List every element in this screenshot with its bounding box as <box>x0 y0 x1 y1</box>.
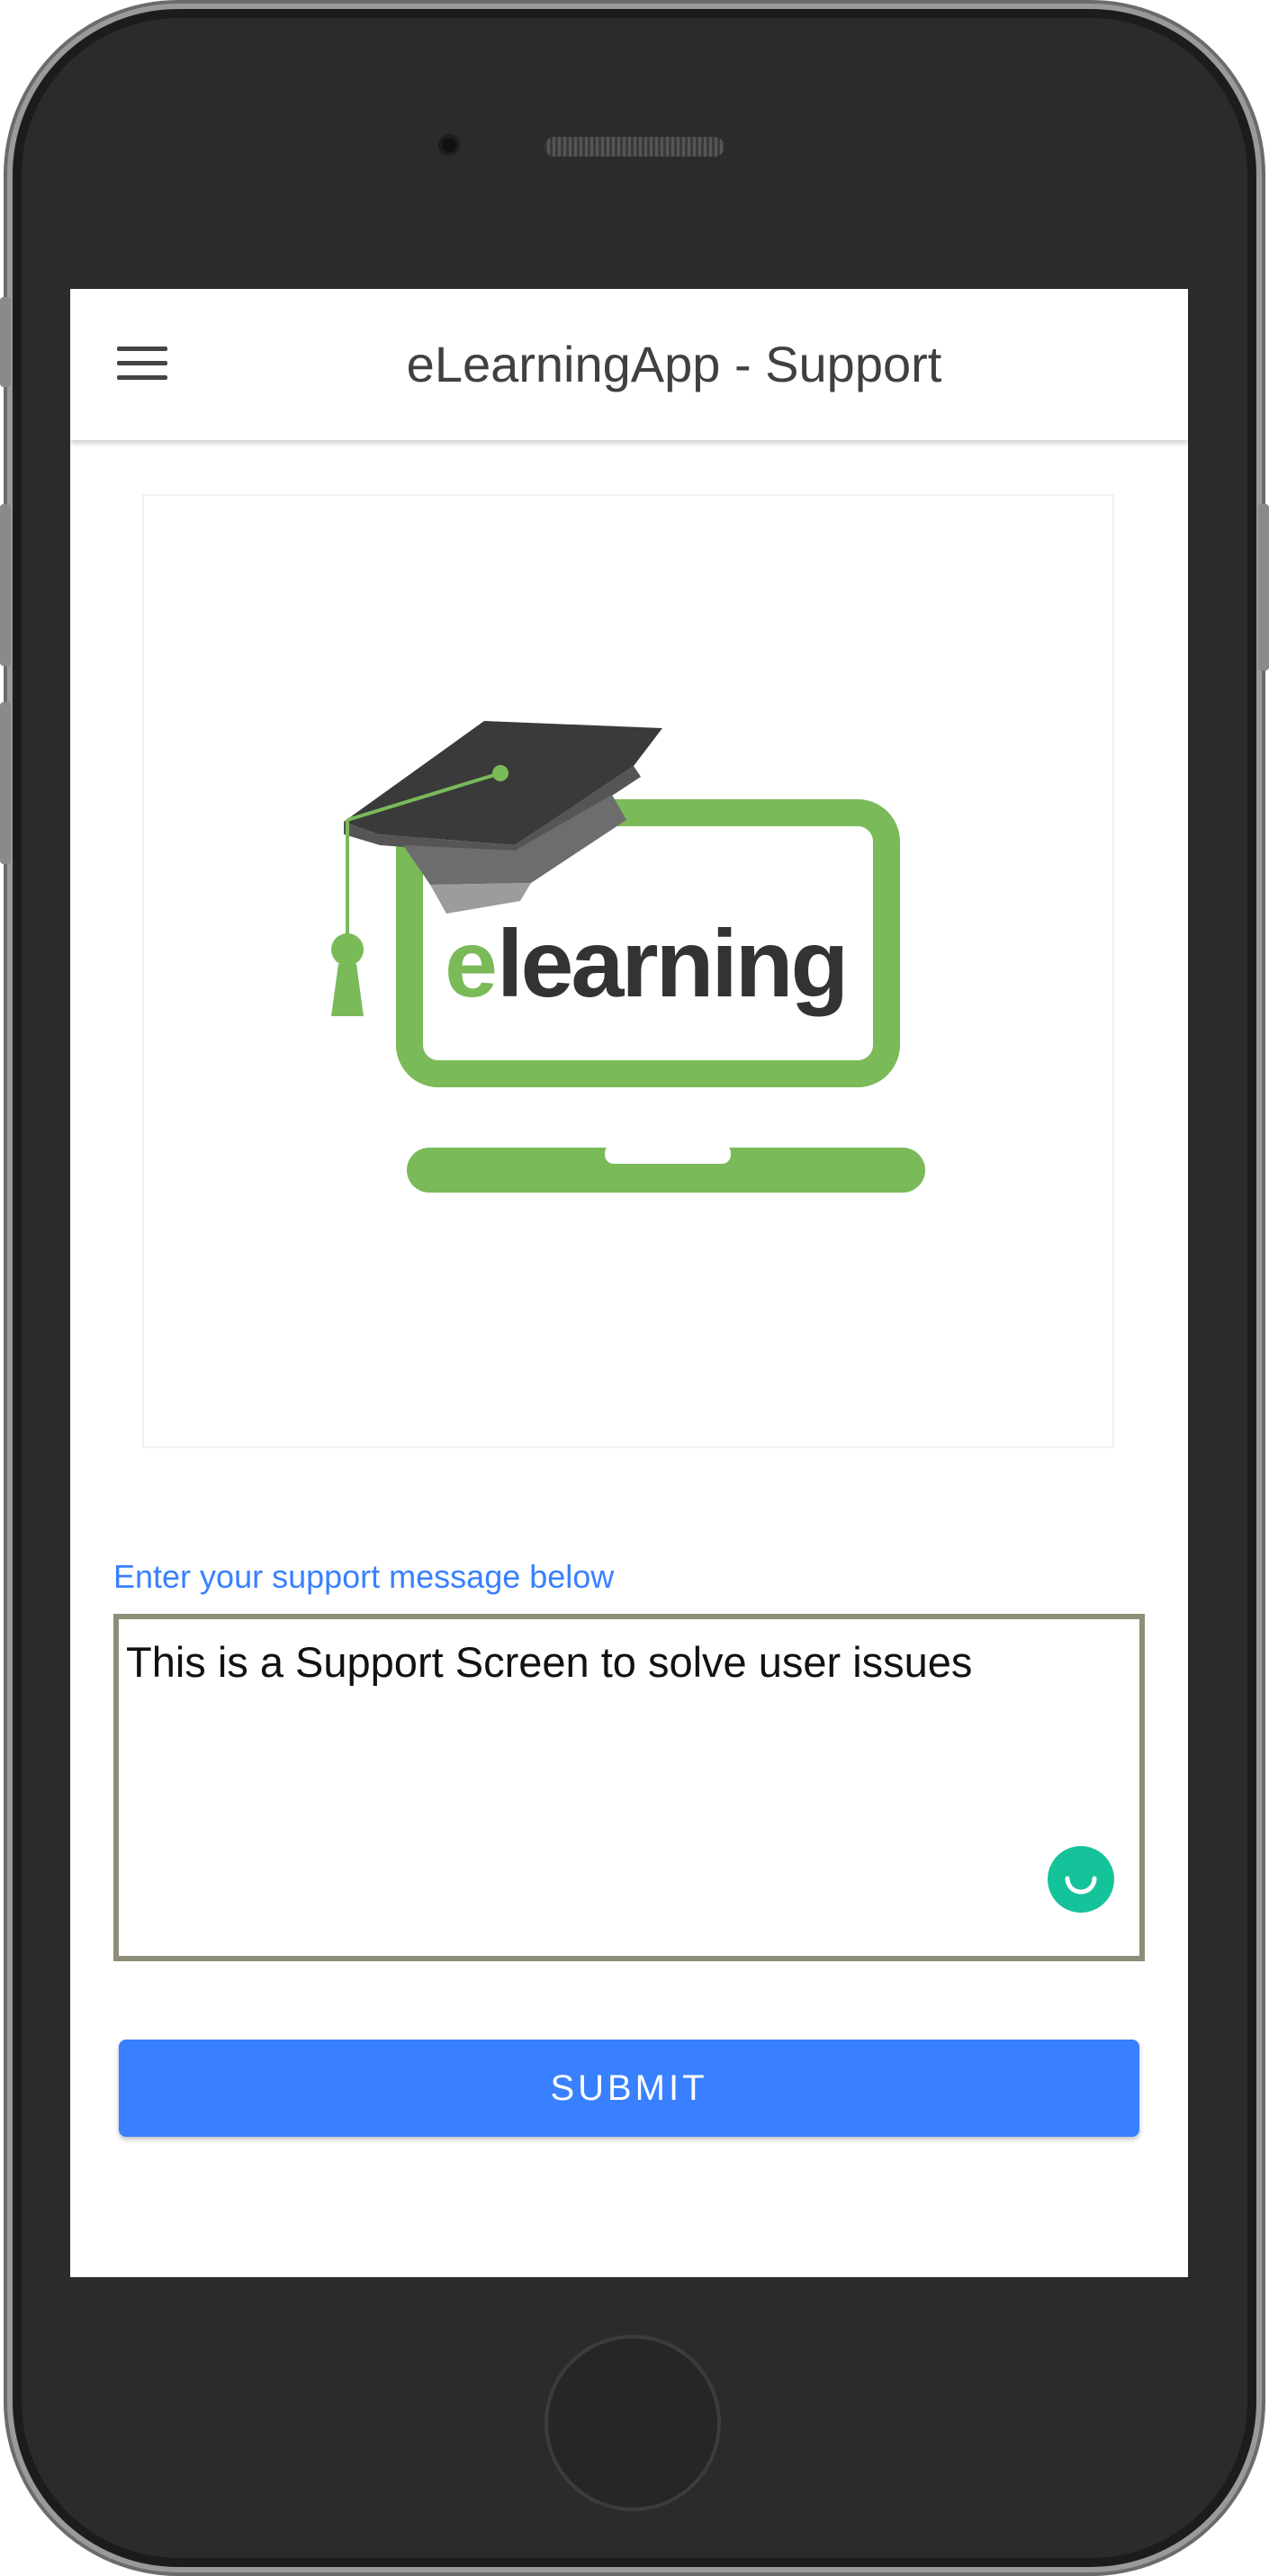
mute-switch <box>0 297 11 387</box>
logo-text-main: learning <box>497 911 846 1017</box>
menu-icon[interactable] <box>117 343 167 383</box>
grammarly-icon[interactable] <box>1048 1846 1114 1913</box>
volume-up-button <box>0 504 11 666</box>
volume-down-button <box>0 702 11 864</box>
elearning-logo: e learning <box>331 721 925 1193</box>
front-camera <box>438 134 460 156</box>
logo-text-accent: e <box>445 911 498 1017</box>
app-header: eLearningApp - Support <box>70 289 1188 440</box>
submit-button[interactable]: SUBMIT <box>119 2040 1139 2137</box>
power-button <box>1258 504 1269 671</box>
page-title: eLearningApp - Support <box>406 336 942 392</box>
logo-card: e learning <box>142 494 1114 1448</box>
app-screen: eLearningApp - Support e learning Enter … <box>70 289 1188 2277</box>
home-button[interactable] <box>544 2335 721 2511</box>
message-label: Enter your support message below <box>113 1558 615 1595</box>
earpiece-speaker <box>544 137 724 157</box>
support-message-textarea[interactable]: This is a Support Screen to solve user i… <box>113 1614 1145 1961</box>
message-text: This is a Support Screen to solve user i… <box>126 1638 973 1686</box>
